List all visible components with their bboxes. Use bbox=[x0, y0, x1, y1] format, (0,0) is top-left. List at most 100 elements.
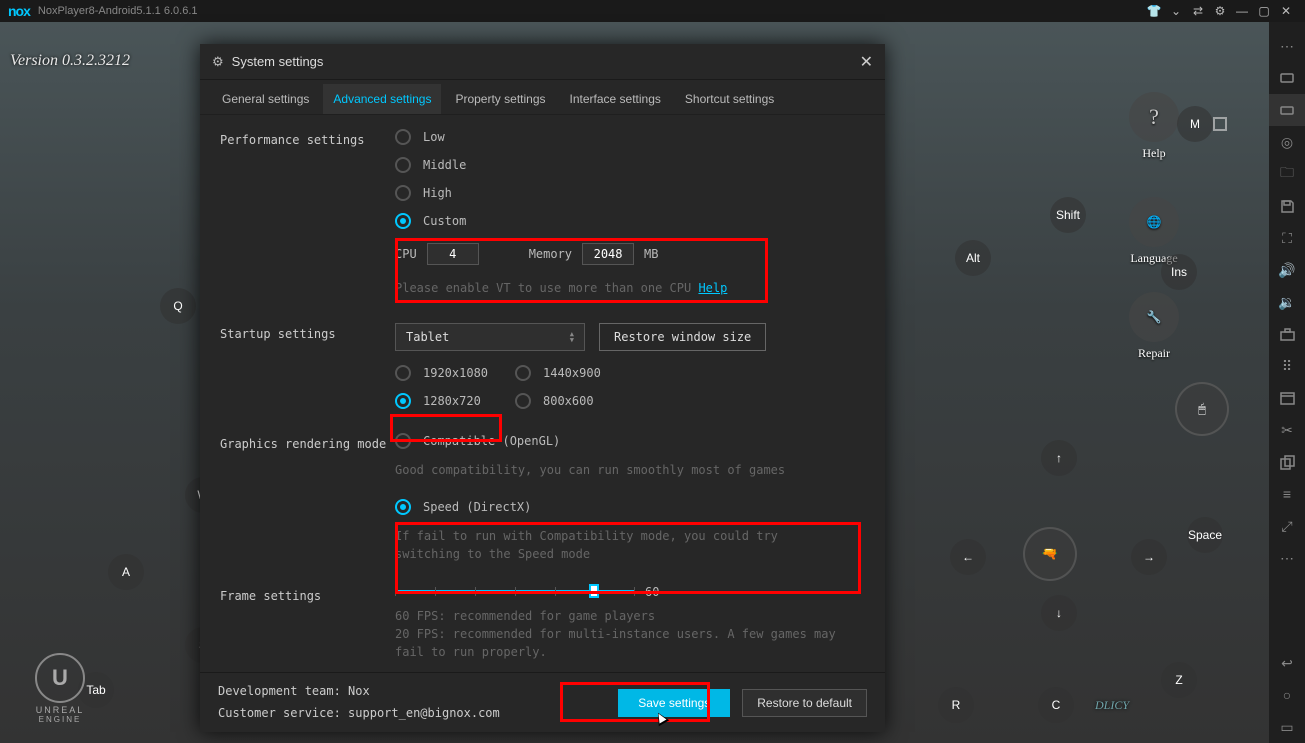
dialog-header: ⚙ System settings ✕ bbox=[200, 44, 885, 80]
key-q[interactable]: Q bbox=[160, 288, 196, 324]
vt-hint: Please enable VT to use more than one CP… bbox=[395, 281, 698, 295]
key-ins[interactable]: Ins bbox=[1161, 254, 1197, 290]
help-label: Help bbox=[1119, 146, 1189, 161]
window-icon[interactable] bbox=[1269, 382, 1305, 414]
fullscreen-icon[interactable]: ⛶ bbox=[1269, 222, 1305, 254]
startup-mode-select[interactable]: Tablet ▲▼ bbox=[395, 323, 585, 351]
key-shift[interactable]: Shift bbox=[1050, 197, 1086, 233]
dialog-title: System settings bbox=[232, 54, 324, 69]
restore-default-button[interactable]: Restore to default bbox=[742, 689, 867, 717]
wrench-icon: 🔧 bbox=[1129, 292, 1179, 342]
repair-label: Repair bbox=[1119, 346, 1189, 361]
res-1440-radio[interactable]: 1440x900 bbox=[515, 365, 601, 381]
cpu-input[interactable] bbox=[427, 243, 479, 265]
key-z[interactable]: Z bbox=[1161, 662, 1197, 698]
close-window-icon[interactable]: ✕ bbox=[1275, 4, 1297, 18]
edit-overlay-icon[interactable] bbox=[1213, 117, 1227, 131]
settings-tabs: General settings Advanced settings Prope… bbox=[200, 80, 885, 115]
mouse-button[interactable]: 🖱 bbox=[1175, 382, 1229, 436]
maximize-icon[interactable]: ▢ bbox=[1253, 4, 1275, 18]
memory-label: Memory bbox=[529, 247, 572, 261]
key-arrow-down[interactable]: ↓ bbox=[1041, 595, 1077, 631]
key-arrow-left[interactable]: ← bbox=[950, 539, 986, 575]
startup-label: Startup settings bbox=[220, 323, 395, 341]
copy-icon[interactable] bbox=[1269, 446, 1305, 478]
rotate-icon[interactable] bbox=[1269, 62, 1305, 94]
help-icon: ? bbox=[1129, 92, 1179, 142]
repair-action[interactable]: 🔧 Repair bbox=[1119, 292, 1189, 361]
cpu-label: CPU bbox=[395, 247, 417, 261]
ellipsis-icon[interactable]: ⋯ bbox=[1269, 542, 1305, 574]
menu-icon[interactable]: ≡ bbox=[1269, 478, 1305, 510]
scissors-icon[interactable]: ✂ bbox=[1269, 414, 1305, 446]
vt-help-link[interactable]: Help bbox=[698, 281, 727, 295]
folder-icon[interactable]: 🗀 bbox=[1269, 158, 1305, 190]
memory-unit: MB bbox=[644, 247, 658, 261]
system-settings-dialog: ⚙ System settings ✕ General settings Adv… bbox=[200, 44, 885, 732]
customer-service-text: Customer service: support_en@bignox.com bbox=[218, 703, 618, 725]
tshirt-icon[interactable]: 👕 bbox=[1143, 4, 1165, 18]
minimize-icon[interactable]: — bbox=[1231, 4, 1253, 18]
back-icon[interactable]: ↩ bbox=[1269, 647, 1305, 679]
volume-up-icon[interactable]: 🔊 bbox=[1269, 254, 1305, 286]
fps-hint-1: 60 FPS: recommended for game players bbox=[395, 607, 871, 625]
game-version: Version 0.3.2.3212 bbox=[10, 52, 130, 70]
memory-input[interactable] bbox=[582, 243, 634, 265]
save-settings-button[interactable]: Save settings bbox=[618, 689, 730, 717]
key-m[interactable]: M bbox=[1177, 106, 1213, 142]
graphics-directx-radio[interactable]: Speed (DirectX) bbox=[395, 499, 871, 515]
tab-interface[interactable]: Interface settings bbox=[560, 84, 671, 114]
titlebar: nox NoxPlayer8-Android5.1.1 6.0.6.1 👕 ⌄ … bbox=[0, 0, 1305, 22]
res-1280-radio[interactable]: 1280x720 bbox=[395, 393, 515, 409]
gear-icon[interactable]: ⚙ bbox=[1209, 4, 1231, 18]
frame-label: Frame settings bbox=[220, 585, 395, 603]
opengl-hint: Good compatibility, you can run smoothly… bbox=[395, 461, 871, 479]
key-arrow-up[interactable]: ↑ bbox=[1041, 440, 1077, 476]
fps-slider[interactable] bbox=[395, 585, 635, 599]
globe-icon: 🌐 bbox=[1129, 197, 1179, 247]
perf-custom-radio[interactable]: Custom bbox=[395, 213, 871, 229]
directx-hint: If fail to run with Compatibility mode, … bbox=[395, 527, 835, 563]
key-arrow-right[interactable]: → bbox=[1131, 539, 1167, 575]
location-icon[interactable]: ◎ bbox=[1269, 126, 1305, 158]
restore-window-size-button[interactable]: Restore window size bbox=[599, 323, 766, 351]
close-dialog-button[interactable]: ✕ bbox=[860, 52, 873, 72]
graphics-opengl-radio[interactable]: Compatible (OpenGL) bbox=[395, 433, 871, 449]
policy-text: DLICY bbox=[1095, 698, 1129, 713]
gamepad-icon[interactable]: ⇄ bbox=[1187, 4, 1209, 18]
perf-high-radio[interactable]: High bbox=[395, 185, 871, 201]
volume-down-icon[interactable]: 🔉 bbox=[1269, 286, 1305, 318]
recents-icon[interactable]: ▭ bbox=[1269, 711, 1305, 743]
unreal-logo: U UNREAL ENGINE bbox=[20, 653, 100, 733]
dialog-content: Performance settings Low Middle High Cus… bbox=[200, 115, 885, 675]
tab-general[interactable]: General settings bbox=[212, 84, 319, 114]
tab-property[interactable]: Property settings bbox=[445, 84, 555, 114]
tab-shortcut[interactable]: Shortcut settings bbox=[675, 84, 784, 114]
weapon-button[interactable]: 🔫 bbox=[1023, 527, 1077, 581]
fps-value: 60 bbox=[645, 585, 659, 599]
key-r[interactable]: R bbox=[938, 687, 974, 723]
expand-icon[interactable]: ⤢ bbox=[1269, 510, 1305, 542]
graphics-label: Graphics rendering mode bbox=[220, 433, 395, 451]
res-1920-radio[interactable]: 1920x1080 bbox=[395, 365, 515, 381]
perf-low-radio[interactable]: Low bbox=[395, 129, 871, 145]
res-800-radio[interactable]: 800x600 bbox=[515, 393, 594, 409]
home-icon[interactable]: ○ bbox=[1269, 679, 1305, 711]
key-space[interactable]: Space bbox=[1187, 517, 1223, 553]
save-disk-icon[interactable] bbox=[1269, 190, 1305, 222]
key-a[interactable]: A bbox=[108, 554, 144, 590]
key-alt[interactable]: Alt bbox=[955, 240, 991, 276]
dotted-box-icon[interactable]: ⠿ bbox=[1269, 350, 1305, 382]
more-icon[interactable]: ⋯ bbox=[1269, 30, 1305, 62]
briefcase-icon[interactable] bbox=[1269, 318, 1305, 350]
game-viewport: Version 0.3.2.3212 Q W A S Tab ? Help 🌐 … bbox=[0, 22, 1269, 743]
chevron-down-icon[interactable]: ⌄ bbox=[1165, 4, 1187, 18]
emulator-sidebar: ⋯ ◎ 🗀 ⛶ 🔊 🔉 ⠿ ✂ ≡ ⤢ ⋯ ↩ ○ ▭ bbox=[1269, 22, 1305, 743]
keyboard-map-icon[interactable] bbox=[1269, 94, 1305, 126]
dialog-footer: Development team: Nox Customer service: … bbox=[200, 672, 885, 732]
perf-middle-radio[interactable]: Middle bbox=[395, 157, 871, 173]
tab-advanced[interactable]: Advanced settings bbox=[323, 84, 441, 114]
performance-label: Performance settings bbox=[220, 129, 395, 147]
key-c[interactable]: C bbox=[1038, 687, 1074, 723]
gear-icon: ⚙ bbox=[212, 54, 224, 70]
